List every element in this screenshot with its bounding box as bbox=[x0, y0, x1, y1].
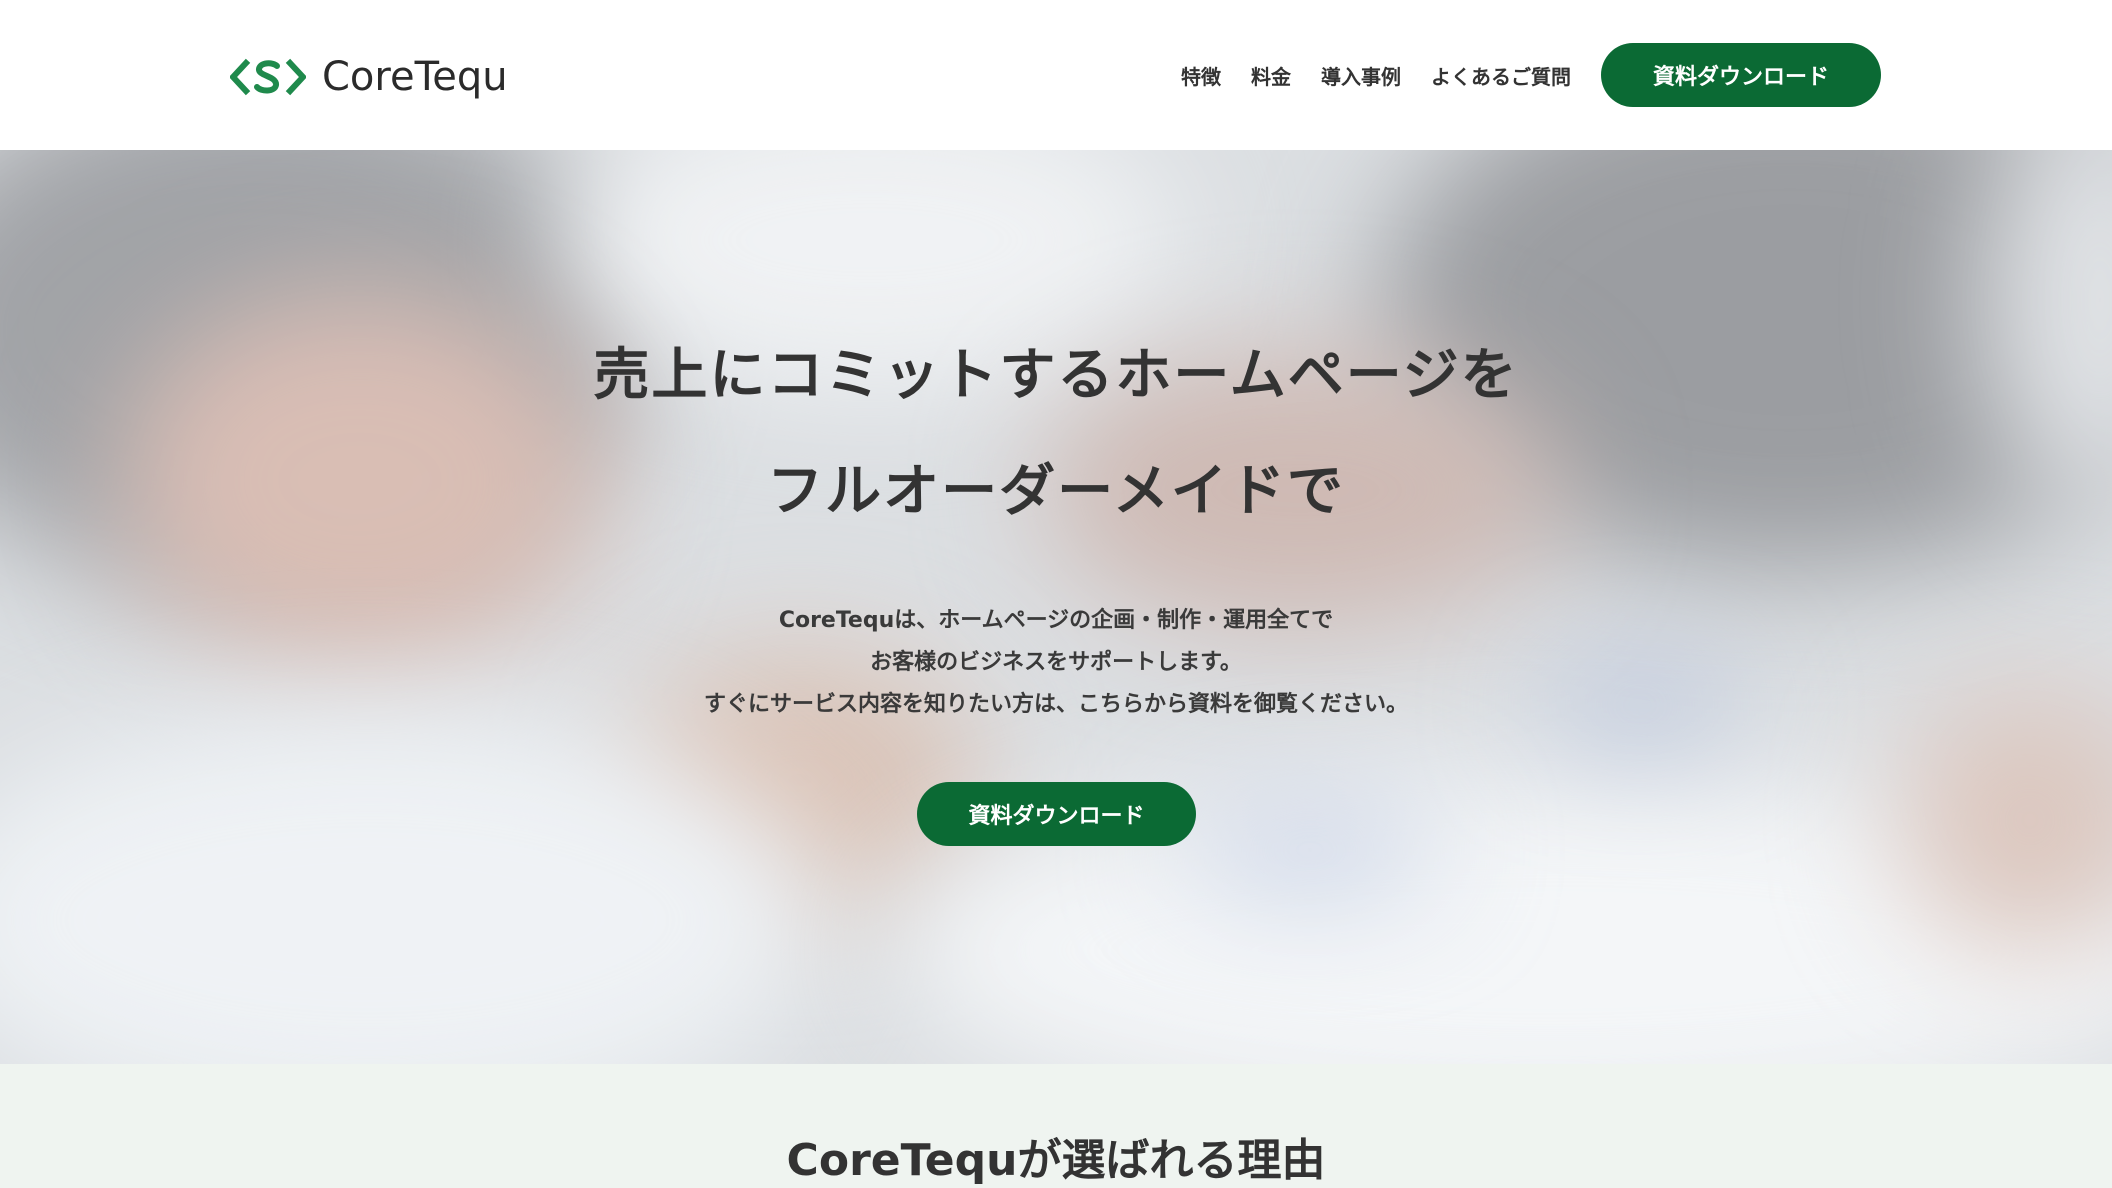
nav-item-features[interactable]: 特徴 bbox=[1181, 61, 1221, 90]
logo-text: CoreTequ bbox=[322, 54, 508, 100]
reasons-title: CoreTequが選ばれる理由 bbox=[786, 1135, 1326, 1186]
nav-item-case-studies[interactable]: 導入事例 bbox=[1321, 61, 1401, 90]
hero-content: 売上にコミットするホームページを フルオーダーメイドで CoreTequは、ホー… bbox=[0, 150, 2112, 1064]
logo[interactable]: CoreTequ bbox=[230, 50, 508, 104]
hero-download-button[interactable]: 資料ダウンロード bbox=[917, 782, 1196, 846]
main-nav: 特徴 料金 導入事例 よくあるご質問 資料ダウンロード bbox=[1181, 43, 1881, 107]
hero-title-line2: フルオーダーメイドで bbox=[767, 459, 1345, 524]
hero-description-line1: CoreTequは、ホームページの企画・制作・運用全てで bbox=[778, 608, 1334, 633]
hero-section: 売上にコミットするホームページを フルオーダーメイドで CoreTequは、ホー… bbox=[0, 150, 2112, 1064]
reasons-section: CoreTequが選ばれる理由 bbox=[0, 1064, 2112, 1188]
site-header: CoreTequ 特徴 料金 導入事例 よくあるご質問 資料ダウンロード bbox=[0, 0, 2112, 150]
nav-item-faq[interactable]: よくあるご質問 bbox=[1431, 61, 1571, 90]
header-download-button[interactable]: 資料ダウンロード bbox=[1601, 43, 1881, 107]
nav-item-pricing[interactable]: 料金 bbox=[1251, 61, 1291, 90]
code-brackets-s-icon bbox=[230, 58, 306, 96]
hero-description-line3: すぐにサービス内容を知りたい方は、こちらから資料を御覧ください。 bbox=[703, 692, 1408, 717]
hero-title-line1: 売上にコミットするホームページを bbox=[593, 343, 1519, 408]
hero-description-line2: お客様のビジネスをサポートします。 bbox=[870, 650, 1242, 675]
